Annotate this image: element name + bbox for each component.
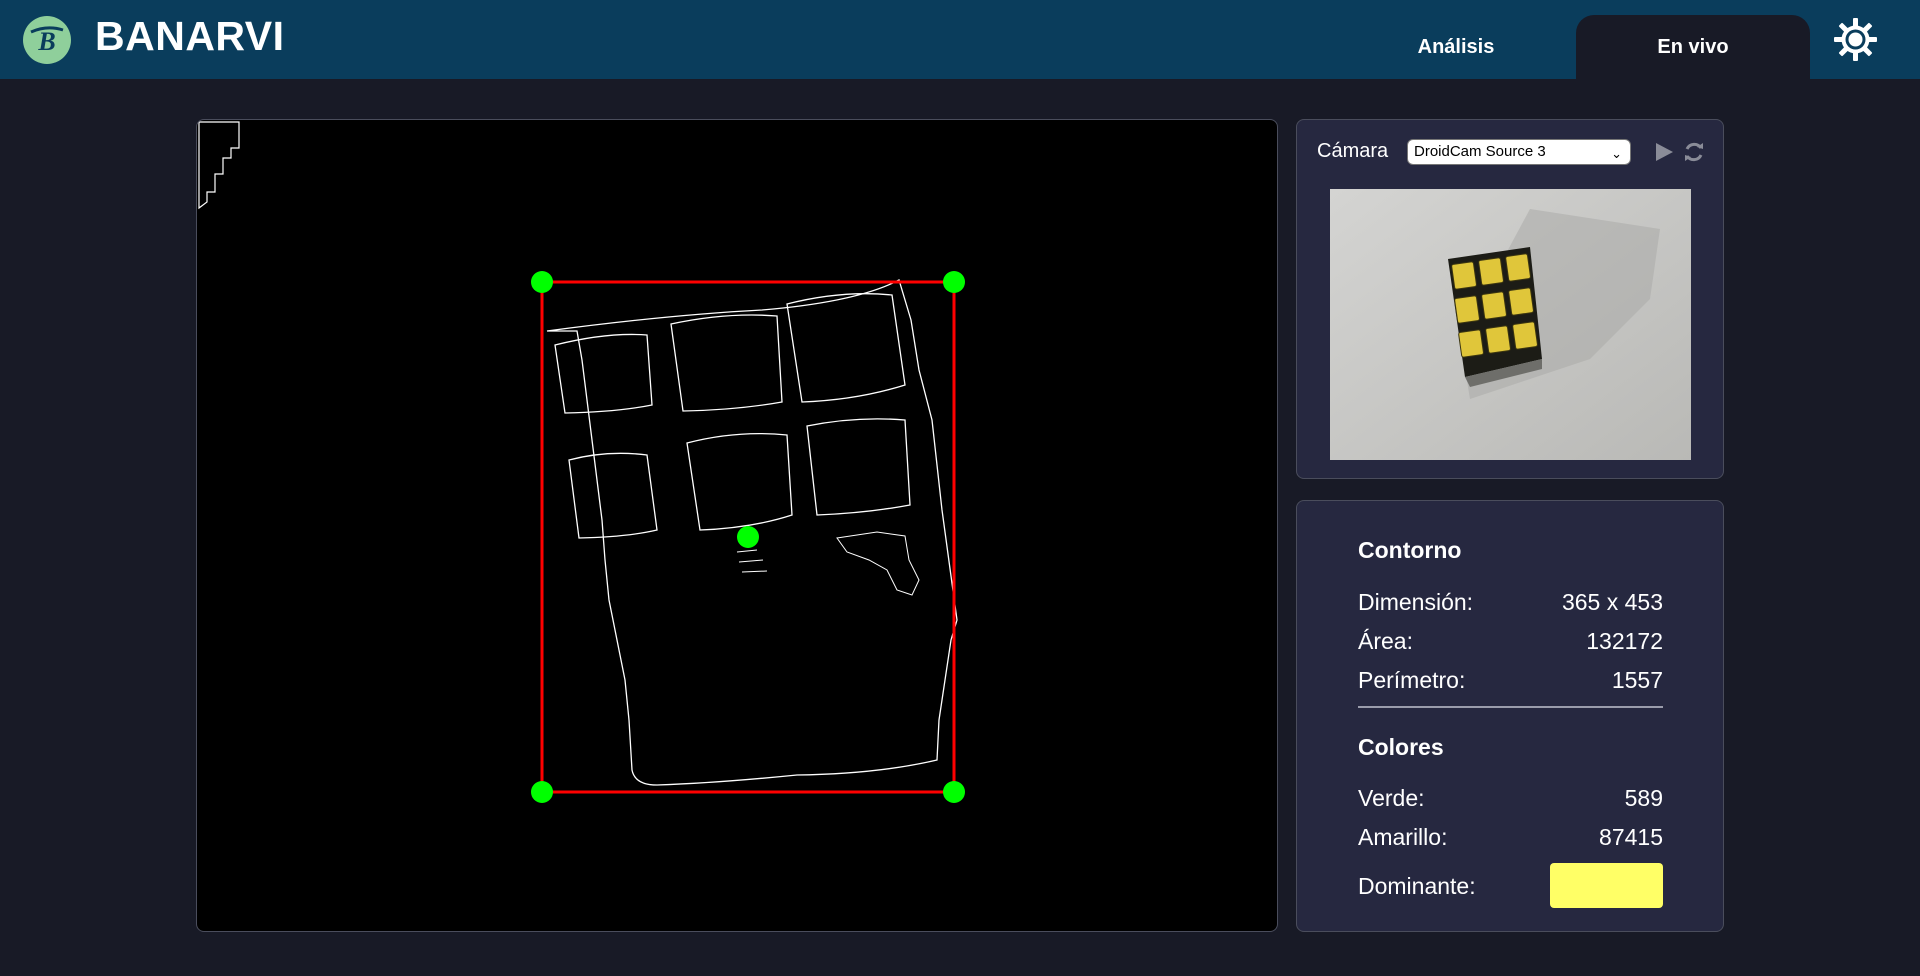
edge-noise — [736, 549, 768, 573]
sticker-edge — [554, 333, 653, 414]
green-value: 589 — [1624, 785, 1663, 811]
yellow-value: 87415 — [1599, 824, 1663, 850]
play-icon[interactable] — [1653, 141, 1675, 163]
chevron-down-icon: ⌄ — [1611, 146, 1622, 161]
area-value: 132172 — [1586, 628, 1663, 654]
corner-point-bottom-left — [531, 781, 553, 803]
camera-panel: Cámara DroidCam Source 3 ⌄ — [1296, 119, 1724, 479]
perimeter-label: Perímetro: — [1358, 667, 1466, 693]
sticker-edge — [786, 293, 906, 403]
area-label: Área: — [1358, 628, 1413, 654]
dimension-value: 365 x 453 — [1561, 589, 1663, 615]
center-point — [737, 526, 759, 548]
brand-name: BANARVI — [95, 13, 285, 59]
corner-point-top-right — [943, 271, 965, 293]
corner-point-top-left — [531, 271, 553, 293]
yellow-label: Amarillo: — [1358, 824, 1448, 850]
camera-preview — [1330, 189, 1691, 460]
refresh-icon[interactable] — [1682, 140, 1706, 164]
colors-section-title: Colores — [1358, 734, 1444, 760]
dimension-label: Dimensión: — [1358, 589, 1474, 615]
sticker-edge — [568, 452, 658, 539]
divider — [1358, 706, 1663, 708]
contour-section-title: Contorno — [1358, 537, 1462, 563]
sticker-edge — [670, 314, 783, 412]
edge-noise — [836, 531, 920, 596]
perimeter-value: 1557 — [1611, 667, 1663, 693]
sticker-edge — [686, 432, 793, 531]
green-label: Verde: — [1358, 785, 1425, 811]
dominant-label: Dominante: — [1358, 873, 1476, 899]
corner-point-bottom-right — [943, 781, 965, 803]
sticker-edge — [806, 418, 911, 516]
camera-source-select[interactable]: DroidCam Source 3 ⌄ — [1407, 139, 1631, 165]
stats-panel: Contorno Dimensión: 365 x 453 Área: 1321… — [1296, 500, 1724, 932]
logo-letter: B — [37, 27, 55, 56]
camera-label: Cámara — [1317, 140, 1389, 162]
edge-artifact — [198, 121, 240, 210]
camera-source-value: DroidCam Source 3 — [1414, 143, 1546, 160]
gear-icon[interactable] — [1833, 17, 1878, 62]
tab-en-vivo[interactable]: En vivo — [1576, 15, 1810, 79]
contour-canvas — [196, 119, 1278, 932]
logo: B — [23, 16, 71, 64]
tab-analisis[interactable]: Análisis — [1360, 15, 1552, 79]
top-bar: B BANARVI Análisis En vivo — [0, 0, 1920, 79]
dominant-color-swatch — [1550, 863, 1663, 908]
